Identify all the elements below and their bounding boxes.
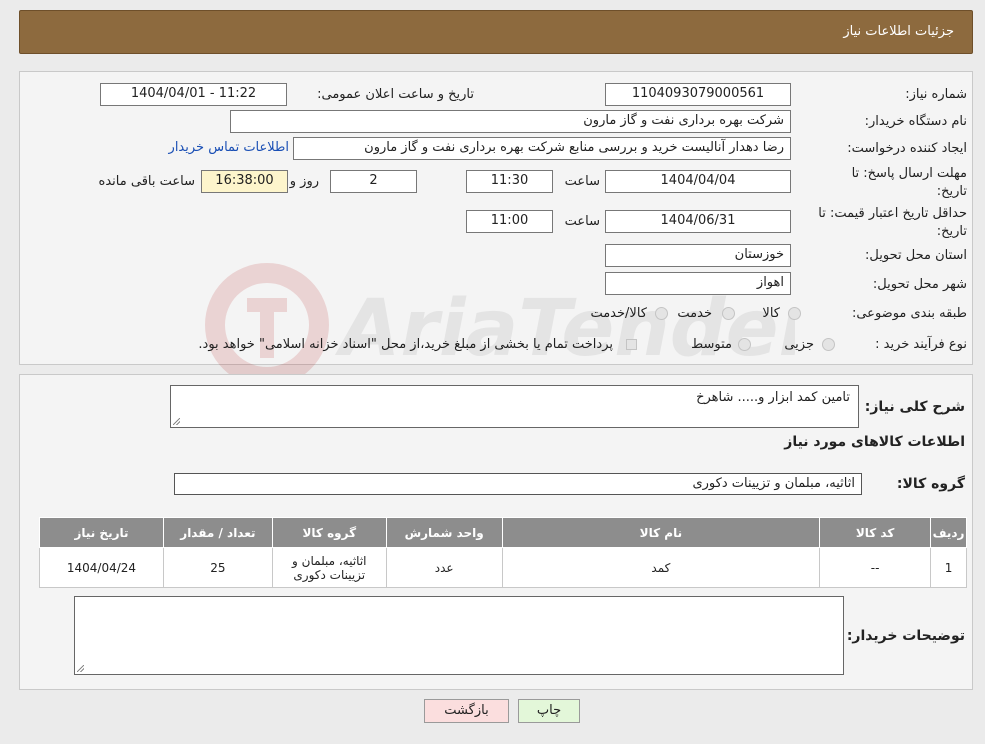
page-header: جزئیات اطلاعات نیاز (19, 10, 973, 54)
cell-item-code: -- (819, 547, 932, 588)
process-radio-medium[interactable] (738, 338, 751, 351)
validity-date-field[interactable]: 1404/06/31 (605, 210, 791, 233)
category-label: طبقه بندی موضوعی: (851, 306, 967, 321)
validity-label-line2: تاریخ: (936, 224, 967, 239)
process-option-medium: متوسط (691, 337, 732, 352)
back-button[interactable]: بازگشت (424, 699, 509, 723)
deadline-label-line2: تاریخ: (936, 184, 967, 199)
process-option-minor: جزیی (784, 337, 814, 352)
need-number-label: شماره نیاز: (905, 87, 967, 102)
col-need-date: تاریخ نیاز (39, 517, 164, 548)
goods-group-field[interactable]: اثاثیه، مبلمان و تزیینات دکوری (174, 473, 862, 495)
buyer-org-label: نام دستگاه خریدار: (864, 114, 967, 129)
cell-item-name: کمد (501, 547, 821, 588)
buyer-org-field[interactable]: شرکت بهره برداری نفت و گاز مارون (230, 110, 791, 133)
days-label: روز و (289, 174, 319, 189)
cell-quantity: 25 (162, 547, 273, 588)
buyer-notes-textarea[interactable] (74, 596, 844, 675)
table-row: 1 -- کمد عدد اثاثیه، مبلمان و تزیینات دک… (39, 547, 967, 588)
requester-field[interactable]: رضا دهدار آنالیست خرید و بررسی منابع شرک… (293, 137, 791, 160)
deadline-time-label: ساعت (564, 174, 600, 189)
cell-item-group: اثاثیه، مبلمان و تزیینات دکوری (271, 547, 387, 588)
announce-datetime-field[interactable]: 1404/04/01 - 11:22 (100, 83, 287, 106)
description-text: تامین کمد ابزار و..... شاهرخ (696, 390, 850, 405)
category-radio-goods[interactable] (788, 307, 801, 320)
remaining-days-field[interactable]: 2 (330, 170, 417, 193)
category-option-goods: کالا (762, 306, 780, 321)
province-label: استان محل تحویل: (865, 248, 967, 263)
col-unit: واحد شمارش (385, 517, 503, 548)
category-option-service: خدمت (677, 306, 712, 321)
buyer-contact-link[interactable]: اطلاعات تماس خریدار (169, 140, 289, 155)
category-option-goods-service: کالا/خدمت (590, 306, 647, 321)
print-button[interactable]: چاپ (518, 699, 580, 723)
process-type-label: نوع فرآیند خرید : (875, 337, 967, 352)
category-radio-service[interactable] (722, 307, 735, 320)
page-title: جزئیات اطلاعات نیاز (843, 24, 954, 39)
announce-datetime-label: تاریخ و ساعت اعلان عمومی: (317, 87, 474, 102)
col-row-number: ردیف (930, 517, 967, 548)
city-field[interactable]: اهواز (605, 272, 791, 295)
process-radio-minor[interactable] (822, 338, 835, 351)
category-radio-goods-service[interactable] (655, 307, 668, 320)
items-table-header: ردیف کد کالا نام کالا واحد شمارش گروه کا… (39, 517, 967, 548)
resize-handle-icon[interactable] (173, 418, 180, 425)
deadline-date-field[interactable]: 1404/04/04 (605, 170, 791, 193)
remaining-time-label: ساعت باقی مانده (98, 174, 195, 189)
col-item-name: نام کالا (501, 517, 821, 548)
col-item-code: کد کالا (819, 517, 932, 548)
cell-need-date: 1404/04/24 (39, 547, 164, 588)
description-textarea[interactable]: تامین کمد ابزار و..... شاهرخ (170, 385, 859, 428)
goods-group-label: گروه کالا: (896, 476, 965, 492)
validity-time-field[interactable]: 11:00 (466, 210, 553, 233)
need-number-field[interactable]: 1104093079000561 (605, 83, 791, 106)
payment-note: پرداخت تمام یا بخشی از مبلغ خرید،از محل … (198, 337, 613, 352)
items-table: ردیف کد کالا نام کالا واحد شمارش گروه کا… (39, 517, 967, 588)
validity-label-line1: حداقل تاریخ اعتبار قیمت: تا (818, 206, 967, 221)
watermark-text: AriaTender.neT (334, 284, 795, 374)
col-item-group: گروه کالا (271, 517, 387, 548)
items-heading: اطلاعات کالاهای مورد نیاز (784, 434, 965, 450)
requester-label: ایجاد کننده درخواست: (847, 141, 967, 156)
resize-handle-icon[interactable] (77, 665, 84, 672)
treasury-checkbox[interactable] (626, 339, 637, 350)
remaining-time-field[interactable]: 16:38:00 (201, 170, 288, 193)
buyer-notes-label: توضیحات خریدار: (846, 628, 965, 644)
cell-unit: عدد (385, 547, 503, 588)
description-label: شرح کلی نیاز: (864, 399, 965, 415)
city-label: شهر محل تحویل: (872, 277, 967, 292)
province-field[interactable]: خوزستان (605, 244, 791, 267)
validity-time-label: ساعت (564, 214, 600, 229)
col-quantity: تعداد / مقدار (162, 517, 273, 548)
cell-row-number: 1 (930, 547, 967, 588)
deadline-time-field[interactable]: 11:30 (466, 170, 553, 193)
deadline-label-line1: مهلت ارسال پاسخ: تا (851, 166, 967, 181)
